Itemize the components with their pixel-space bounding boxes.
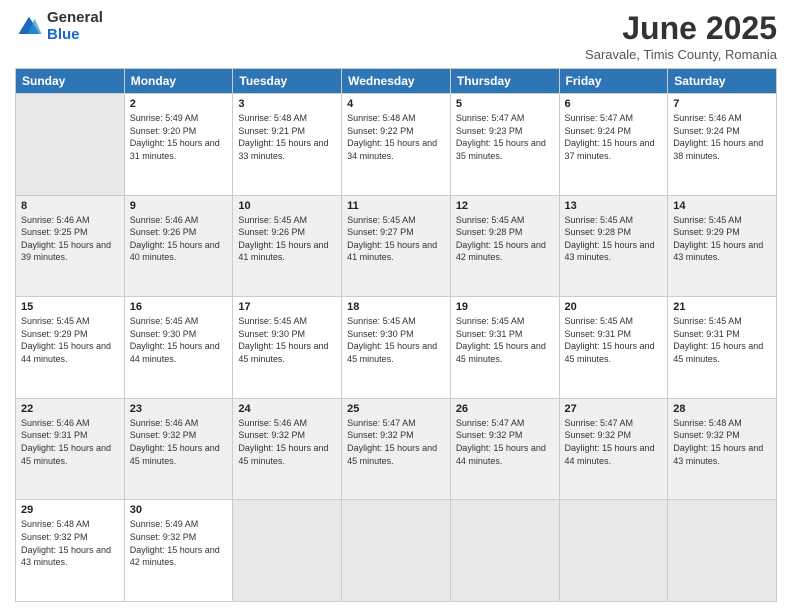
table-row: 24 Sunrise: 5:46 AMSunset: 9:32 PMDaylig… bbox=[233, 398, 342, 500]
table-row: 7 Sunrise: 5:46 AMSunset: 9:24 PMDayligh… bbox=[668, 94, 777, 196]
table-row: 23 Sunrise: 5:46 AMSunset: 9:32 PMDaylig… bbox=[124, 398, 233, 500]
page: General Blue June 2025 Saravale, Timis C… bbox=[0, 0, 792, 612]
table-row: 4 Sunrise: 5:48 AMSunset: 9:22 PMDayligh… bbox=[342, 94, 451, 196]
header: General Blue June 2025 Saravale, Timis C… bbox=[15, 10, 777, 62]
logo-text: General Blue bbox=[47, 10, 103, 43]
location-subtitle: Saravale, Timis County, Romania bbox=[585, 47, 777, 62]
empty-cell bbox=[233, 500, 342, 602]
month-title: June 2025 bbox=[585, 10, 777, 47]
logo-blue-text: Blue bbox=[47, 27, 103, 44]
table-row: 18 Sunrise: 5:45 AMSunset: 9:30 PMDaylig… bbox=[342, 297, 451, 399]
table-row: 3 Sunrise: 5:48 AMSunset: 9:21 PMDayligh… bbox=[233, 94, 342, 196]
empty-cell bbox=[668, 500, 777, 602]
col-wednesday: Wednesday bbox=[342, 69, 451, 94]
table-row: 17 Sunrise: 5:45 AMSunset: 9:30 PMDaylig… bbox=[233, 297, 342, 399]
table-row: 8 Sunrise: 5:46 AMSunset: 9:25 PMDayligh… bbox=[16, 195, 125, 297]
week-row-1: 2 Sunrise: 5:49 AMSunset: 9:20 PMDayligh… bbox=[16, 94, 777, 196]
table-row: 26 Sunrise: 5:47 AMSunset: 9:32 PMDaylig… bbox=[450, 398, 559, 500]
empty-cell bbox=[559, 500, 668, 602]
week-row-4: 22 Sunrise: 5:46 AMSunset: 9:31 PMDaylig… bbox=[16, 398, 777, 500]
logo-general-text: General bbox=[47, 10, 103, 27]
table-row: 12 Sunrise: 5:45 AMSunset: 9:28 PMDaylig… bbox=[450, 195, 559, 297]
table-row: 22 Sunrise: 5:46 AMSunset: 9:31 PMDaylig… bbox=[16, 398, 125, 500]
table-row: 2 Sunrise: 5:49 AMSunset: 9:20 PMDayligh… bbox=[124, 94, 233, 196]
week-row-2: 8 Sunrise: 5:46 AMSunset: 9:25 PMDayligh… bbox=[16, 195, 777, 297]
col-saturday: Saturday bbox=[668, 69, 777, 94]
table-row: 28 Sunrise: 5:48 AMSunset: 9:32 PMDaylig… bbox=[668, 398, 777, 500]
table-row: 6 Sunrise: 5:47 AMSunset: 9:24 PMDayligh… bbox=[559, 94, 668, 196]
table-row: 25 Sunrise: 5:47 AMSunset: 9:32 PMDaylig… bbox=[342, 398, 451, 500]
table-row: 10 Sunrise: 5:45 AMSunset: 9:26 PMDaylig… bbox=[233, 195, 342, 297]
table-row: 16 Sunrise: 5:45 AMSunset: 9:30 PMDaylig… bbox=[124, 297, 233, 399]
table-row: 30 Sunrise: 5:49 AMSunset: 9:32 PMDaylig… bbox=[124, 500, 233, 602]
table-row: 20 Sunrise: 5:45 AMSunset: 9:31 PMDaylig… bbox=[559, 297, 668, 399]
empty-cell bbox=[342, 500, 451, 602]
col-friday: Friday bbox=[559, 69, 668, 94]
table-row: 14 Sunrise: 5:45 AMSunset: 9:29 PMDaylig… bbox=[668, 195, 777, 297]
col-tuesday: Tuesday bbox=[233, 69, 342, 94]
empty-cell bbox=[16, 94, 125, 196]
week-row-5: 29 Sunrise: 5:48 AMSunset: 9:32 PMDaylig… bbox=[16, 500, 777, 602]
table-row: 15 Sunrise: 5:45 AMSunset: 9:29 PMDaylig… bbox=[16, 297, 125, 399]
table-row: 19 Sunrise: 5:45 AMSunset: 9:31 PMDaylig… bbox=[450, 297, 559, 399]
col-monday: Monday bbox=[124, 69, 233, 94]
table-row: 5 Sunrise: 5:47 AMSunset: 9:23 PMDayligh… bbox=[450, 94, 559, 196]
week-row-3: 15 Sunrise: 5:45 AMSunset: 9:29 PMDaylig… bbox=[16, 297, 777, 399]
table-row: 21 Sunrise: 5:45 AMSunset: 9:31 PMDaylig… bbox=[668, 297, 777, 399]
calendar-header-row: Sunday Monday Tuesday Wednesday Thursday… bbox=[16, 69, 777, 94]
col-sunday: Sunday bbox=[16, 69, 125, 94]
table-row: 29 Sunrise: 5:48 AMSunset: 9:32 PMDaylig… bbox=[16, 500, 125, 602]
col-thursday: Thursday bbox=[450, 69, 559, 94]
title-block: June 2025 Saravale, Timis County, Romani… bbox=[585, 10, 777, 62]
table-row: 9 Sunrise: 5:46 AMSunset: 9:26 PMDayligh… bbox=[124, 195, 233, 297]
empty-cell bbox=[450, 500, 559, 602]
table-row: 13 Sunrise: 5:45 AMSunset: 9:28 PMDaylig… bbox=[559, 195, 668, 297]
calendar-table: Sunday Monday Tuesday Wednesday Thursday… bbox=[15, 68, 777, 602]
logo-icon bbox=[15, 13, 43, 41]
logo: General Blue bbox=[15, 10, 103, 43]
table-row: 27 Sunrise: 5:47 AMSunset: 9:32 PMDaylig… bbox=[559, 398, 668, 500]
table-row: 11 Sunrise: 5:45 AMSunset: 9:27 PMDaylig… bbox=[342, 195, 451, 297]
